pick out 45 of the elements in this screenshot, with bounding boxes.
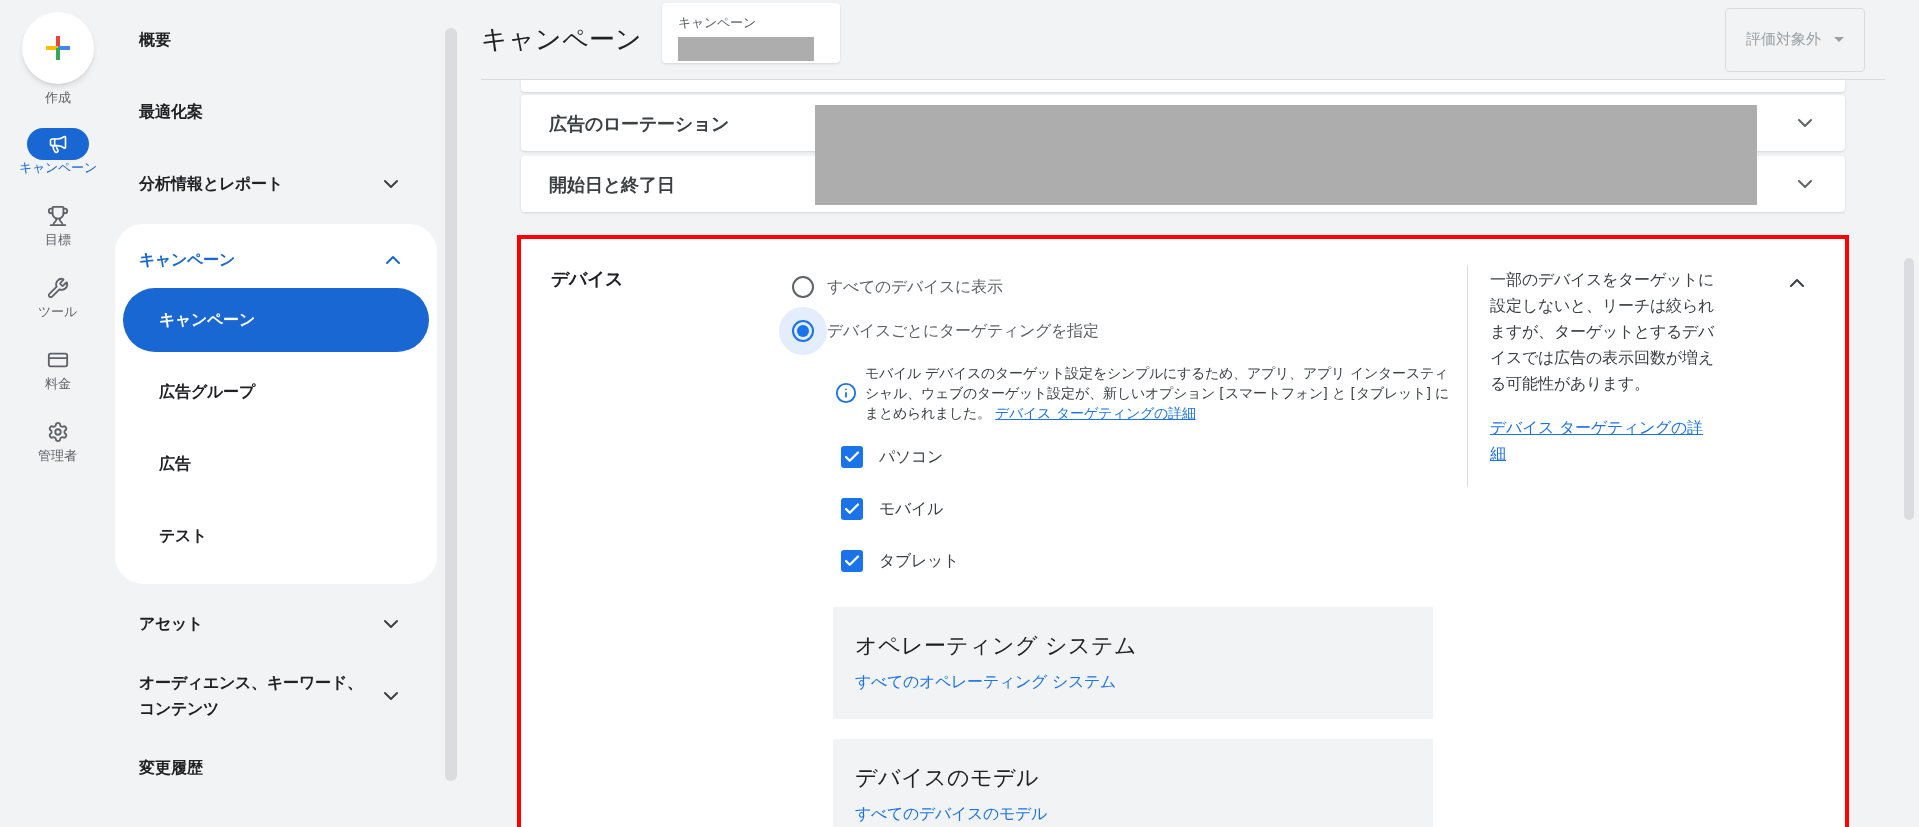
nav-item[interactable]: 変更履歴 xyxy=(115,732,435,804)
nav-item[interactable]: 概要 xyxy=(115,4,435,76)
subsection-title: デバイスのモデル xyxy=(855,764,1040,792)
subsection-title: オペレーティング システム xyxy=(855,632,1138,660)
plus-icon xyxy=(43,34,72,62)
checkbox[interactable] xyxy=(841,498,863,520)
rail-item[interactable]: キャンペーン xyxy=(7,119,108,184)
nav-sub-item[interactable]: 広告 xyxy=(123,432,429,496)
checkbox-option[interactable]: モバイル xyxy=(841,483,1331,535)
nav-item[interactable]: 分析情報とレポート xyxy=(115,148,435,220)
radio-button[interactable] xyxy=(779,307,827,355)
rail-item[interactable]: 料金 xyxy=(7,335,108,400)
dropdown-arrow-icon xyxy=(1834,37,1844,42)
section-title[interactable]: 開始日と終了日 xyxy=(549,170,675,198)
create-label: 作成 xyxy=(44,89,71,107)
trophy-icon xyxy=(46,204,69,227)
nav-sub-item[interactable]: テスト xyxy=(123,504,429,568)
megaphone-icon xyxy=(47,133,68,154)
nav-item[interactable]: アセット xyxy=(115,588,435,660)
info-link[interactable]: デバイス ターゲティングの詳細 xyxy=(995,405,1196,421)
nav-item[interactable]: 最適化案 xyxy=(115,76,435,148)
help-text: 一部のデバイスをターゲットに設定しないと、リーチは絞られますが、ターゲットとするデバイスでは広告の表示回数が増える可能性があります。 xyxy=(1490,269,1715,395)
help-link[interactable]: デバイス ターゲティングの詳細 xyxy=(1490,415,1717,467)
checkbox-option[interactable]: パソコン xyxy=(841,431,1331,483)
checkbox[interactable] xyxy=(841,550,863,572)
wrench-icon xyxy=(46,276,69,299)
radio-option[interactable]: デバイスごとにターゲティングを指定 xyxy=(779,309,1331,353)
rail-item[interactable]: 管理者 xyxy=(7,407,108,472)
rail-item[interactable]: 目標 xyxy=(7,191,108,256)
nav-sub-item[interactable]: キャンペーン xyxy=(123,288,429,352)
rail-item[interactable]: ツール xyxy=(7,263,108,328)
nav-group-header[interactable]: キャンペーン xyxy=(115,232,437,288)
campaign-picker[interactable]: キャンペーン xyxy=(662,3,840,63)
subsection-link[interactable]: すべてのオペレーティング システム xyxy=(855,670,1411,694)
info-text: モバイル デバイスのターゲット設定をシンプルにするため、アプリ、アプリ インタースティシャル、ウェブのターゲット設定が、新しいオプション [スマートフォン] と [タブレット] にまとめられました。 デバイス ターゲティングの詳細 xyxy=(865,364,1451,423)
info-icon xyxy=(835,382,857,404)
section-title: デバイス xyxy=(550,267,624,291)
nav-sub-item[interactable]: 広告グループ xyxy=(123,360,429,424)
nav-item[interactable]: オーディエンス、キーワード、コンテンツ xyxy=(115,660,435,732)
checkbox-option[interactable]: タブレット xyxy=(841,535,1331,587)
page-title: キャンペーン xyxy=(481,23,642,56)
settings-icon xyxy=(46,420,69,443)
section-title[interactable]: 広告のローテーション xyxy=(549,109,729,137)
checkbox[interactable] xyxy=(841,446,863,468)
subsection-link[interactable]: すべてのデバイスのモデル xyxy=(855,802,1411,826)
